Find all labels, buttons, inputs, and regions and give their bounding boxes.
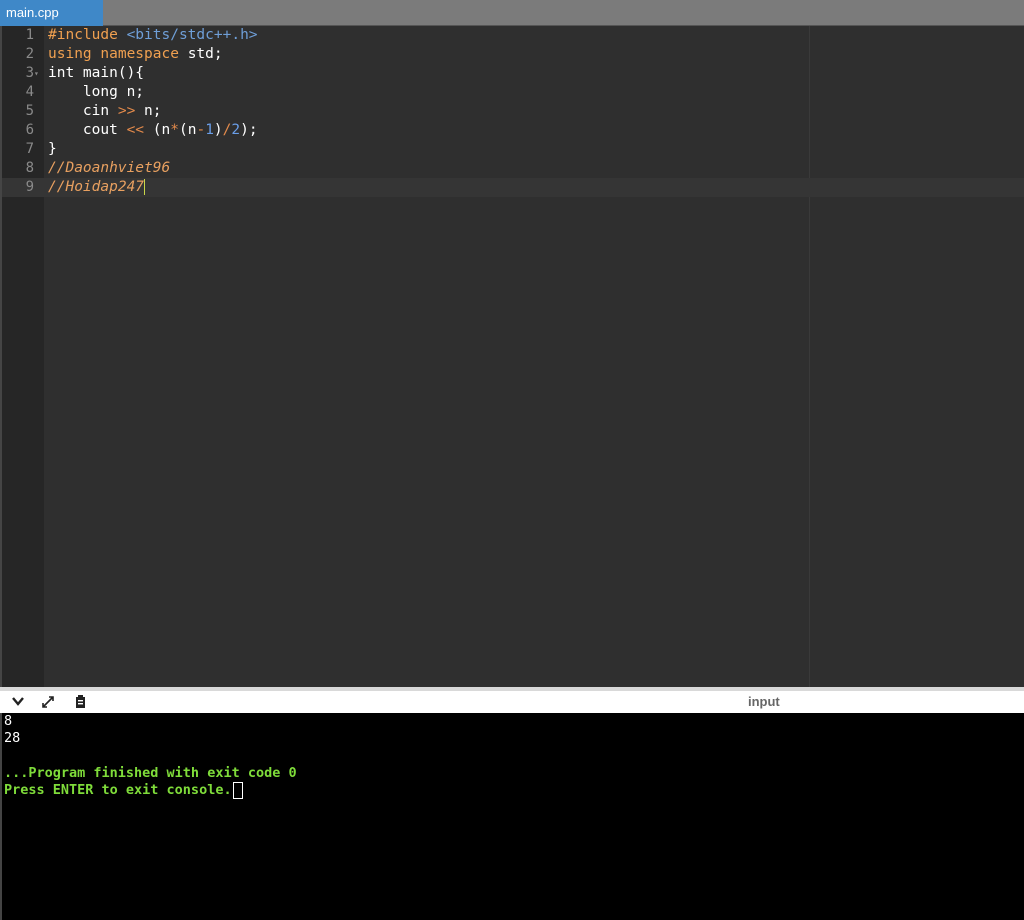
line-number[interactable]: 5 — [2, 102, 44, 121]
code-editor[interactable]: 1 2 3 ▾ 4 5 6 7 8 9 #include <bits/stdc++.h> using… — [0, 26, 1024, 687]
code-token: long n; — [48, 84, 145, 100]
code-line[interactable]: #include <bits/stdc++.h> — [44, 26, 1024, 45]
code-line[interactable]: using namespace std; — [44, 45, 1024, 64]
code-area[interactable]: #include <bits/stdc++.h> using namespace … — [44, 26, 1024, 687]
code-token: << — [126, 122, 145, 138]
code-token: //Hoidap247 — [48, 179, 145, 195]
code-token: (n — [144, 122, 171, 138]
code-line[interactable]: } — [44, 140, 1024, 159]
text-cursor — [144, 179, 146, 195]
code-token: cout — [48, 122, 127, 138]
input-label[interactable]: input — [748, 694, 780, 709]
exit-prompt: Press ENTER to exit console. — [4, 782, 243, 799]
exit-prompt-text: Press ENTER to exit console. — [4, 782, 232, 798]
console-input-value: 8 — [4, 713, 13, 729]
code-token: (n — [178, 122, 197, 138]
code-token: 1 — [205, 122, 214, 138]
tab-main-cpp[interactable]: main.cpp — [0, 0, 103, 26]
code-line[interactable]: //Hoidap247 — [44, 178, 1024, 197]
code-token: #include — [48, 27, 127, 43]
fold-toggle-icon[interactable]: ▾ — [34, 64, 39, 83]
line-number[interactable]: 8 — [2, 159, 44, 178]
code-token: ); — [240, 122, 258, 138]
program-finished-message: ...Program finished with exit code 0 — [4, 765, 297, 781]
line-number[interactable]: 7 — [2, 140, 44, 159]
line-number[interactable]: 1 — [2, 26, 44, 45]
code-token: cin — [48, 103, 118, 119]
line-number-gutter: 1 2 3 ▾ 4 5 6 7 8 9 — [0, 26, 44, 687]
code-token: 2 — [231, 122, 241, 138]
code-line[interactable]: long n; — [44, 83, 1024, 102]
line-number[interactable]: 6 — [2, 121, 44, 140]
chevron-down-icon[interactable] — [8, 694, 28, 712]
code-token: std; — [187, 46, 223, 62]
tab-bar: main.cpp — [0, 0, 1024, 26]
code-token: n; — [135, 103, 162, 119]
code-token: * — [170, 122, 179, 138]
console-output[interactable]: 8 28 ...Program finished with exit code … — [0, 713, 1024, 920]
line-number[interactable]: 4 — [2, 83, 44, 102]
console-toolbar: input — [0, 687, 1024, 713]
expand-icon[interactable] — [38, 694, 58, 712]
code-token: } — [48, 141, 57, 157]
terminal-cursor — [232, 782, 243, 799]
code-token: ) — [213, 122, 223, 138]
code-token: namespace — [100, 46, 188, 62]
code-line[interactable]: cout << (n*(n-1)/2); — [44, 121, 1024, 140]
code-line[interactable]: //Daoanhviet96 — [44, 159, 1024, 178]
line-number[interactable]: 9 — [2, 178, 44, 197]
code-token: >> — [117, 103, 136, 119]
code-line[interactable]: int main(){ — [44, 64, 1024, 83]
clipboard-icon[interactable] — [70, 694, 90, 712]
code-token: using — [48, 46, 101, 62]
code-token: //Daoanhviet96 — [48, 160, 171, 176]
console-output-value: 28 — [4, 730, 21, 746]
code-line[interactable]: cin >> n; — [44, 102, 1024, 121]
code-token: <bits/stdc++.h> — [126, 27, 258, 43]
line-number[interactable]: 2 — [2, 45, 44, 64]
code-token: int main(){ — [48, 65, 145, 81]
code-token: - — [196, 122, 206, 138]
